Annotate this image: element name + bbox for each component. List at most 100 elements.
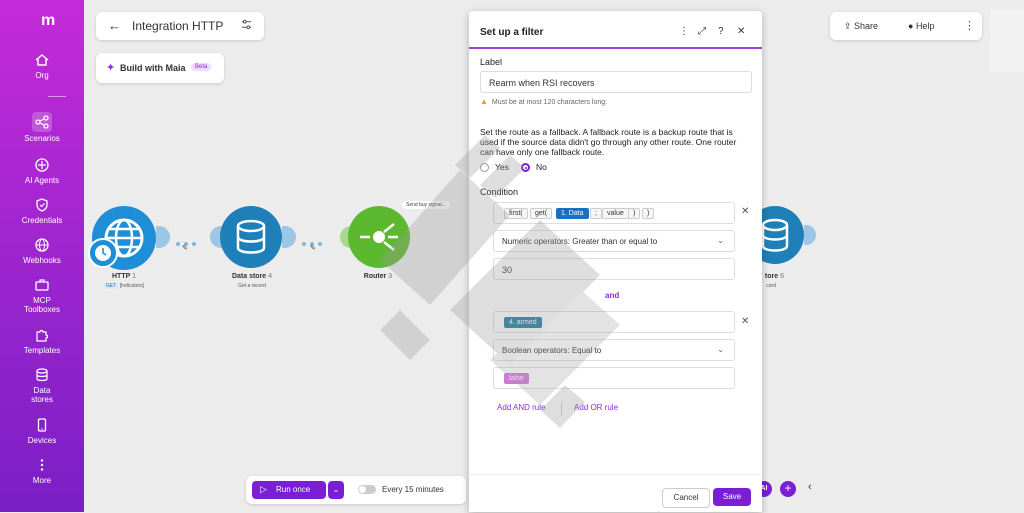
sliders-icon[interactable] [241, 19, 252, 30]
close-paren[interactable]: ) [628, 208, 641, 219]
sidebar-item-org[interactable]: Org [0, 52, 84, 80]
schedule-label[interactable]: Every 15 minutes [382, 485, 444, 494]
cancel-button[interactable]: Cancel [662, 488, 710, 508]
maia-label: Build with Maia [120, 63, 186, 73]
run-once-label: Run once [276, 485, 311, 494]
home-icon [35, 54, 49, 66]
wrench-icon[interactable]: ✎ [310, 244, 316, 252]
variable-armed[interactable]: 4. armed [504, 317, 542, 328]
scenario-title[interactable]: Integration HTTP [132, 19, 223, 33]
chevron-left-icon[interactable]: ‹ [808, 481, 812, 493]
remove-condition1-icon[interactable]: ✕ [741, 206, 749, 217]
sidebar-item-more[interactable]: More [0, 457, 84, 485]
globe-icon [35, 238, 49, 252]
build-with-maia-button[interactable]: ✦ Build with Maia Beta [96, 53, 224, 83]
condition2-value-input[interactable]: false [493, 367, 735, 389]
share-label: Share [854, 21, 879, 31]
function-get[interactable]: get( [530, 208, 553, 219]
connection-dots [176, 233, 200, 246]
close-icon[interactable]: ✕ [737, 26, 745, 37]
sidebar-item-label: MCP Toolboxes [23, 296, 61, 314]
run-once-button[interactable]: ▷ Run once [252, 481, 326, 499]
fallback-yes-label[interactable]: Yes [495, 162, 509, 172]
help-button[interactable]: ● Help [908, 21, 934, 31]
sidebar-item-devices[interactable]: Devices [0, 417, 84, 445]
help-icon: ● [908, 21, 916, 31]
separator[interactable]: ; [590, 208, 602, 219]
chevron-down-icon: ⌄ [717, 236, 724, 245]
sidebar-item-webhooks[interactable]: Webhooks [0, 237, 84, 265]
more-options-icon[interactable]: ⋮ [679, 26, 689, 37]
sidebar-item-label: Credentials [21, 216, 63, 225]
beta-badge: Beta [191, 63, 212, 71]
chevron-down-icon: ⌄ [332, 485, 340, 494]
sidebar-item-credentials[interactable]: Credentials [0, 197, 84, 225]
share-button[interactable]: ⇪ Share [844, 21, 878, 32]
add-and-rule-link[interactable]: Add AND rule [497, 403, 545, 412]
condition-heading: Condition [480, 187, 519, 197]
condition1-operator-select[interactable]: Numeric operators: Greater than or equal… [493, 230, 735, 252]
value-false[interactable]: false [504, 373, 529, 384]
sidebar-item-label: Org [35, 71, 49, 80]
plus-icon: + [784, 481, 792, 495]
add-or-rule-link[interactable]: Add OR rule [574, 403, 618, 412]
label-input[interactable]: Rearm when RSI recovers [480, 71, 752, 93]
condition1-expression[interactable]: first( get( 1. Data ; value ) ) [493, 202, 735, 224]
http-module-label: HTTP 1 [111, 273, 136, 280]
back-arrow-icon[interactable]: ← [108, 18, 121, 33]
help-label: Help [915, 21, 935, 31]
schedule-toggle[interactable] [358, 485, 376, 494]
condition2-expression[interactable]: 4. armed [493, 311, 735, 333]
close-paren[interactable]: ) [642, 208, 655, 219]
puzzle-icon [36, 329, 49, 342]
scenario-title-card: ← Integration HTTP [96, 12, 264, 40]
more-icon [40, 459, 44, 471]
more-options-icon[interactable]: ⋮ [964, 19, 975, 32]
expand-icon[interactable]: ⤢ [698, 26, 706, 37]
label-warning: ▲ Must be at most 120 characters long. [480, 97, 608, 106]
operator-label: Numeric operators: Greater than or equal… [502, 237, 658, 246]
share-icon: ⇪ [844, 21, 855, 31]
sidebar-item-label: Webhooks [23, 256, 61, 265]
operator-label: Boolean operators: Equal to [502, 346, 602, 355]
router-module-label: Router 3 [363, 273, 393, 280]
fallback-no-radio[interactable] [521, 163, 530, 172]
active-highlight [32, 112, 52, 132]
chevron-down-icon: ⌄ [717, 345, 724, 354]
save-button[interactable]: Save [713, 488, 751, 506]
sidebar-item-templates[interactable]: Templates [0, 327, 84, 355]
add-module-button[interactable]: + [780, 481, 796, 497]
sidebar: m Org Scenarios AI Agents Credentials We… [0, 0, 84, 512]
datastore-module[interactable] [220, 206, 282, 268]
route-label[interactable]: Send buy signal... [402, 201, 450, 209]
filter-panel: Set up a filter ⋮ ⤢ ? ✕ Label Rearm when… [469, 11, 762, 512]
remove-condition2-icon[interactable]: ✕ [741, 316, 749, 327]
fallback-yes-radio[interactable] [480, 163, 489, 172]
make-logo[interactable]: m [41, 12, 59, 29]
share-nodes-icon [35, 115, 49, 129]
router-icon [360, 223, 398, 251]
router-module[interactable] [348, 206, 410, 268]
sidebar-item-label: Templates [23, 346, 61, 355]
argument-value[interactable]: value [602, 208, 629, 219]
sidebar-item-label: Devices [27, 436, 57, 445]
datastore-module-sub: Get a record [238, 283, 266, 289]
sidebar-item-data-stores[interactable]: Data stores [0, 367, 84, 404]
variable-data[interactable]: 1. Data [556, 208, 589, 219]
play-icon: ▷ [260, 484, 267, 494]
blank-area [990, 10, 1024, 72]
condition2-operator-select[interactable]: Boolean operators: Equal to ⌄ [493, 339, 735, 361]
wrench-icon[interactable]: ✎ [182, 244, 188, 252]
help-icon[interactable]: ? [718, 26, 724, 37]
sidebar-item-label: Scenarios [24, 134, 60, 143]
fallback-no-label[interactable]: No [536, 162, 547, 172]
condition1-value-input[interactable]: 30 [493, 258, 735, 280]
run-options-dropdown[interactable]: ⌄ [328, 481, 344, 499]
bottom-toolbar: ▷ Run once ⌄ Every 15 minutes [246, 476, 466, 504]
sidebar-item-scenarios[interactable]: Scenarios [0, 112, 84, 143]
datastore-module-label: Data store 4 [231, 273, 273, 280]
schedule-clock-icon[interactable] [88, 238, 118, 268]
function-first[interactable]: first( [504, 208, 528, 219]
sidebar-item-mcp-toolboxes[interactable]: MCP Toolboxes [0, 277, 84, 314]
sidebar-item-ai-agents[interactable]: AI Agents [0, 157, 84, 185]
